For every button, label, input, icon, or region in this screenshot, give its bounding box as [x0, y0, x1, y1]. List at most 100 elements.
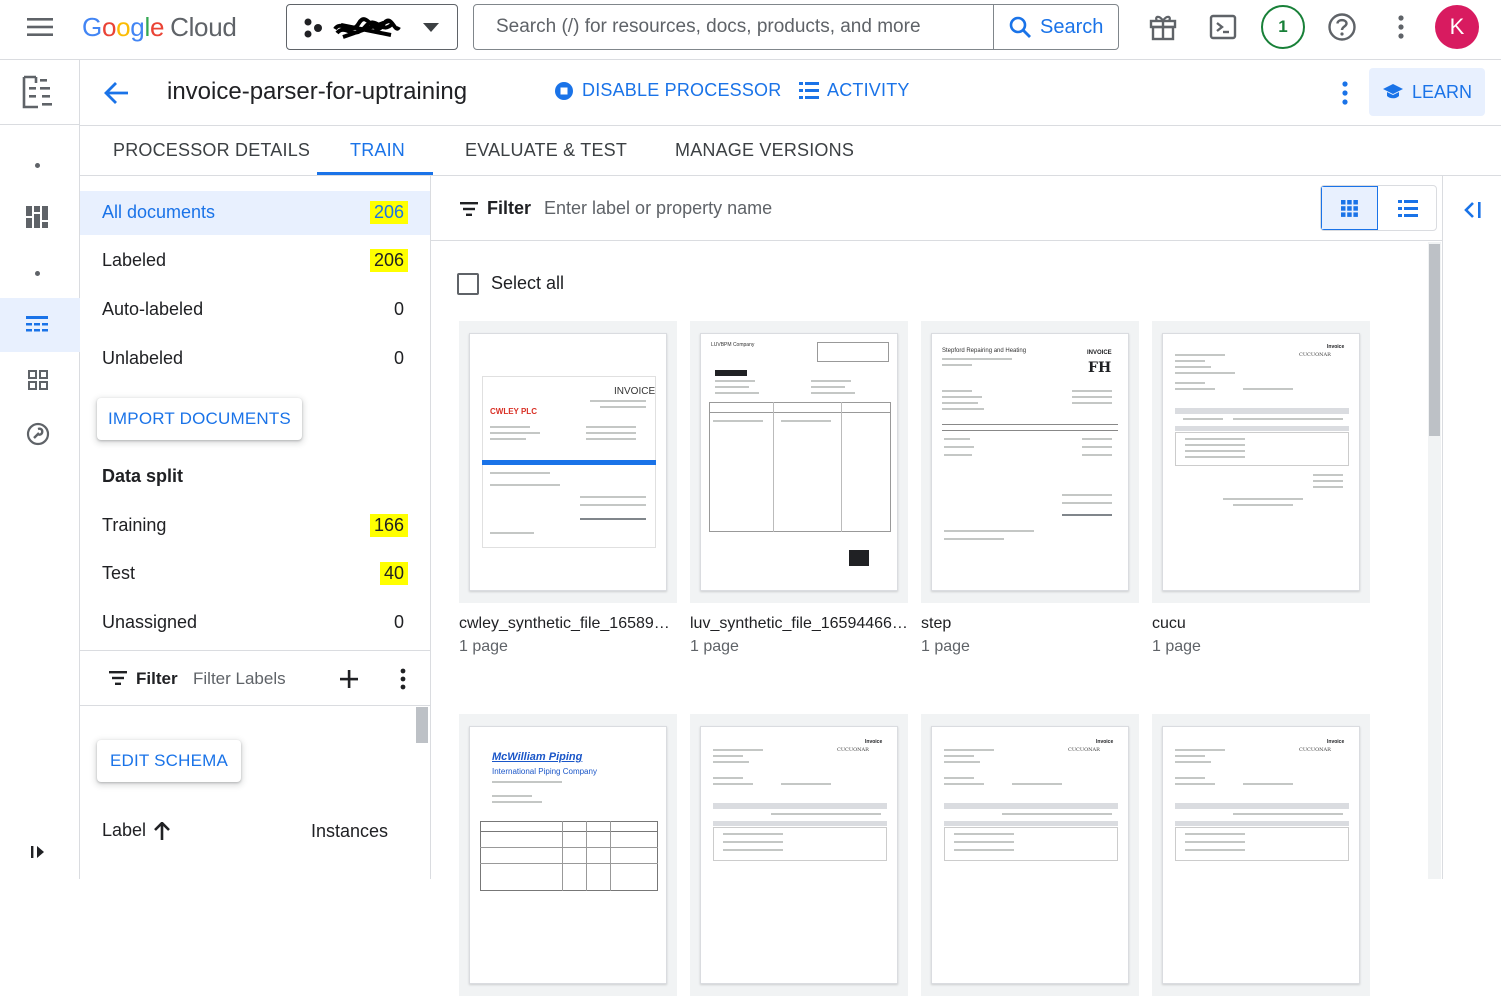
tab-evaluate-test[interactable]: EVALUATE & TEST	[465, 140, 627, 161]
dashboard-icon[interactable]	[22, 202, 52, 232]
instances-column-header: Instances	[311, 821, 389, 841]
google-cloud-logo[interactable]: Google Cloud	[82, 12, 237, 43]
list-view-button[interactable]	[1379, 186, 1436, 230]
build-wrench-icon[interactable]	[23, 419, 53, 449]
label-filter-label: Filter	[136, 669, 178, 688]
thumb-company: CUCUONAR	[1068, 747, 1100, 753]
avatar[interactable]: K	[1435, 5, 1479, 49]
document-ai-icon[interactable]	[18, 72, 58, 112]
dropdown-arrow-icon	[423, 23, 439, 32]
document-filter-label: Filter	[487, 198, 532, 218]
search-input[interactable]	[474, 5, 992, 49]
filter-all-documents[interactable]: All documents 206	[80, 191, 430, 235]
tab-train[interactable]: TRAIN	[350, 140, 405, 161]
label-list-scrollbar[interactable]	[416, 707, 428, 743]
filter-count: 0	[393, 299, 404, 319]
documents-area: Filter Enter label or property name Sele…	[431, 176, 1442, 996]
learn-button[interactable]: LEARN	[1369, 68, 1485, 116]
split-unassigned[interactable]: Unassigned 0	[80, 601, 430, 645]
split-test[interactable]: Test 40	[80, 552, 430, 596]
label-filter-input[interactable]: Filter Labels	[193, 669, 286, 689]
select-all-label: Select all	[491, 273, 565, 293]
cloud-shell-icon[interactable]	[1205, 8, 1241, 46]
document-thumbnail[interactable]: Stepford Repairing and Heating INVOICE F…	[921, 321, 1139, 603]
thumb-company: Stepford Repairing and Heating	[942, 348, 1027, 354]
activity-label: ACTIVITY	[827, 80, 910, 100]
gift-icon[interactable]	[1145, 8, 1181, 46]
logo-google-text: Google	[82, 12, 165, 42]
thumb-title: McWilliam Piping	[492, 751, 583, 763]
document-thumbnail[interactable]: INVOICE CWLEY PLC	[459, 321, 677, 603]
documents-scrollbar-thumb[interactable]	[1429, 244, 1440, 436]
split-count: 166	[369, 514, 408, 537]
tab-processor-details[interactable]: PROCESSOR DETAILS	[113, 140, 310, 161]
filter-label: All documents	[102, 202, 216, 222]
filter-icon	[109, 671, 127, 685]
document-pages: 1 page	[921, 638, 970, 655]
grid-view-icon	[1341, 199, 1358, 217]
filter-icon	[460, 202, 478, 216]
filter-labeled[interactable]: Labeled 206	[80, 239, 430, 283]
document-thumbnail[interactable]: McWilliam Piping International Piping Co…	[459, 714, 677, 996]
label-column-header[interactable]: Label	[102, 820, 170, 841]
collapse-panel-icon[interactable]	[1459, 196, 1487, 224]
thumb-title-bar	[715, 370, 747, 376]
grid-apps-icon[interactable]	[24, 366, 52, 394]
split-count: 0	[393, 612, 404, 632]
split-training[interactable]: Training 166	[80, 504, 430, 548]
notifications-badge[interactable]: 1	[1261, 5, 1305, 49]
document-thumbnail[interactable]: LUVBPM Company	[690, 321, 908, 603]
document-thumbnail[interactable]: Invoice CUCUONAR	[690, 714, 908, 996]
add-label-icon[interactable]	[340, 670, 358, 688]
document-name: cwley_synthetic_file_165893…	[459, 615, 677, 632]
more-options-icon[interactable]	[1388, 10, 1414, 44]
search-button-label: Search	[1040, 15, 1104, 38]
document-thumbnail[interactable]: Invoice CUCUONAR	[1152, 714, 1370, 996]
thumb-title: Invoice	[1327, 739, 1345, 745]
processor-tabs: PROCESSOR DETAILS TRAIN EVALUATE & TEST …	[80, 126, 1501, 176]
rail-dot	[35, 271, 40, 276]
logo-cloud-text: Cloud	[170, 12, 237, 42]
thumb-company: International Piping Company	[492, 767, 597, 776]
thumb-company: LUVBPM Company	[711, 342, 755, 348]
thumb-title: INVOICE	[614, 386, 656, 397]
grid-view-button[interactable]	[1321, 186, 1378, 230]
import-documents-button[interactable]: IMPORT DOCUMENTS	[97, 398, 302, 440]
filter-label: Unlabeled	[102, 348, 184, 368]
label-column-title: Label	[102, 820, 147, 840]
filter-label: Auto-labeled	[102, 299, 204, 319]
thumb-title: INVOICE	[1087, 350, 1112, 356]
main-menu-icon[interactable]	[20, 10, 60, 44]
processor-header: invoice-parser-for-uptraining DISABLE PR…	[80, 60, 1501, 126]
filter-auto-labeled[interactable]: Auto-labeled 0	[80, 288, 430, 332]
disable-processor-button[interactable]: DISABLE PROCESSOR	[554, 80, 781, 101]
select-all-checkbox[interactable]	[457, 273, 479, 295]
tab-manage-versions[interactable]: MANAGE VERSIONS	[675, 140, 854, 161]
activity-button[interactable]: ACTIVITY	[799, 80, 910, 101]
document-filter-input[interactable]: Enter label or property name	[544, 198, 772, 219]
school-icon	[1382, 84, 1403, 99]
project-hierarchy-icon	[304, 18, 322, 38]
search-button[interactable]: Search	[993, 5, 1119, 49]
document-filter-bar: Filter Enter label or property name	[431, 176, 1442, 241]
help-icon[interactable]	[1323, 8, 1361, 46]
document-name: step	[921, 615, 952, 632]
filter-unlabeled[interactable]: Unlabeled 0	[80, 337, 430, 381]
sort-ascending-icon	[154, 821, 170, 840]
document-thumbnail[interactable]: Invoice CUCUONAR	[921, 714, 1139, 996]
processor-list-icon	[26, 316, 48, 332]
split-label: Test	[102, 563, 136, 583]
header-more-icon[interactable]	[1334, 78, 1356, 108]
stop-circle-icon	[555, 81, 573, 100]
thumb-title: Invoice	[865, 739, 883, 745]
processors-nav-item[interactable]	[0, 298, 80, 352]
expand-rail-icon[interactable]	[24, 838, 52, 866]
edit-schema-button[interactable]: EDIT SCHEMA	[97, 740, 241, 782]
document-thumbnail[interactable]: Invoice CUCUONAR	[1152, 321, 1370, 603]
data-split-heading: Data split	[102, 466, 184, 486]
project-picker[interactable]	[286, 4, 458, 50]
page-title: invoice-parser-for-uptraining	[167, 78, 468, 105]
label-more-icon[interactable]	[400, 668, 406, 690]
split-count: 40	[379, 562, 408, 585]
back-arrow-icon[interactable]	[102, 77, 130, 109]
